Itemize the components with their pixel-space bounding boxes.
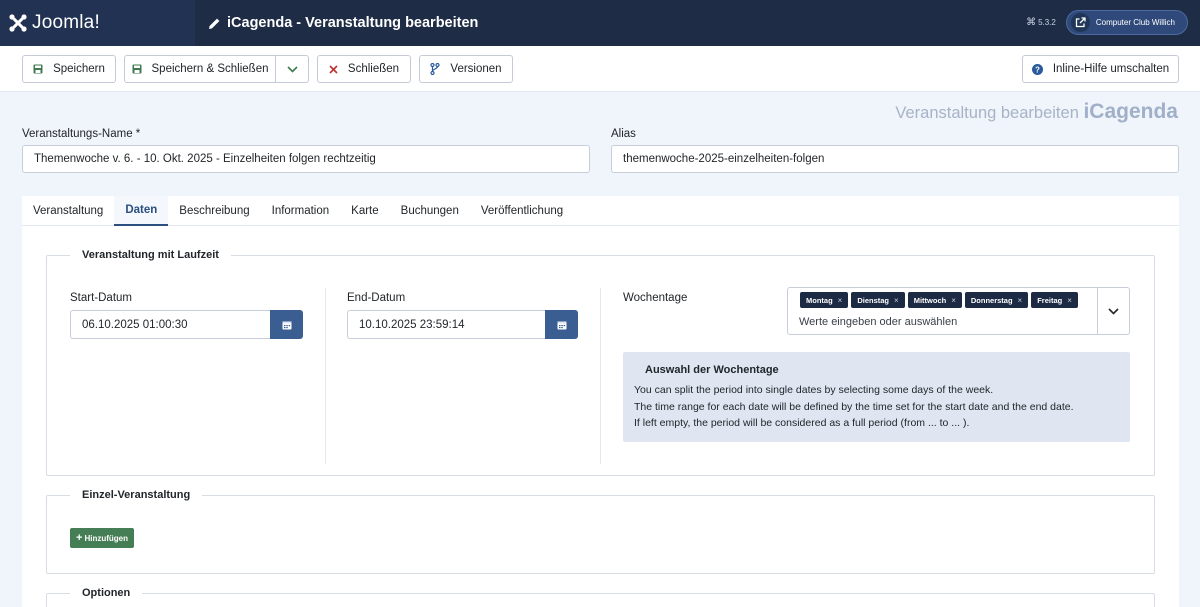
column-divider [325,288,326,464]
add-button-label: Hinzufügen [84,533,128,543]
remove-tag-icon[interactable]: × [1018,296,1023,305]
weekday-tag: Montag × [800,292,849,308]
single-event-legend: Einzel-Veranstaltung [70,489,203,501]
period-legend: Veranstaltung mit Laufzeit [70,249,231,261]
joomla-small-icon: ⌘ [1026,17,1037,28]
weekday-tag-label: Donnerstag [970,295,1013,305]
joomla-logo-icon [9,14,27,32]
alias-label: Alias [611,128,636,140]
weekdays-label: Wochentage [623,292,688,304]
remove-tag-icon[interactable]: × [894,296,899,305]
save-label: Speichern [53,63,105,75]
weekdays-multiselect[interactable]: Montag × Dienstag × Mittwoch × Donnerstag × … [787,287,1130,335]
tab-veroeffentlichung[interactable]: Veröffentlichung [470,196,574,226]
save-options-dropdown[interactable] [276,55,309,83]
chevron-down-icon [1108,307,1119,315]
plus-icon: + [76,532,83,544]
info-line: The time range for each date will be def… [634,401,1074,413]
options-legend: Optionen [70,587,143,599]
pencil-icon [209,18,220,29]
weekday-tag: Donnerstag × [964,292,1029,308]
event-name-input[interactable]: Themenwoche v. 6. - 10. Okt. 2025 - Einz… [22,145,590,173]
event-name-label: Veranstaltungs-Name * [22,128,141,140]
remove-tag-icon[interactable]: × [838,296,843,305]
weekday-tag-label: Freitag [1037,295,1063,305]
svg-text:?: ? [1035,65,1040,74]
save-icon [132,64,141,74]
weekdays-info-box: Auswahl der Wochentage You can split the… [623,352,1130,442]
tab-beschreibung[interactable]: Beschreibung [168,196,260,226]
versions-button[interactable]: Versionen [419,55,513,83]
top-header: Joomla! iCagenda - Veranstaltung bearbei… [0,0,1200,46]
tab-veranstaltung[interactable]: Veranstaltung [22,196,114,226]
end-date-label: End-Datum [347,292,406,304]
weekday-tag-label: Dienstag [857,295,890,305]
weekday-search-input[interactable]: Werte eingeben oder auswählen [799,316,957,328]
info-title: Auswahl der Wochentage [645,364,779,376]
joomla-logo[interactable]: Joomla! [0,0,195,46]
remove-tag-icon[interactable]: × [1067,296,1072,305]
weekday-tag: Mittwoch × [907,292,962,308]
weekday-tag: Freitag × [1031,292,1078,308]
close-label: Schließen [347,63,400,75]
start-date-input[interactable]: 06.10.2025 01:00:30 [70,310,270,339]
start-date-field: 06.10.2025 01:00:30 [70,310,303,339]
close-icon [329,64,338,74]
versions-label: Versionen [450,63,502,75]
end-date-calendar-button[interactable] [545,310,578,339]
weekday-tag: Dienstag × [851,292,905,308]
alias-input[interactable]: themenwoche-2025-einzelheiten-folgen [611,145,1179,173]
component-title-text: Veranstaltung bearbeiten [895,104,1079,122]
add-single-date-button[interactable]: + Hinzufügen [70,528,134,548]
page-title: iCagenda - Veranstaltung bearbeiten [208,15,478,31]
save-close-button[interactable]: Speichern & Schließen [124,55,276,83]
start-date-label: Start-Datum [70,292,132,304]
site-link-button[interactable]: Computer Club Willich [1065,10,1188,35]
remove-tag-icon[interactable]: × [951,296,956,305]
component-brand: iCagenda [1083,100,1178,123]
version-text: 5.3.2 [1038,18,1056,27]
end-date-input[interactable]: 10.10.2025 23:59:14 [347,310,545,339]
close-button[interactable]: Schließen [317,55,411,83]
help-icon: ? [1031,63,1043,75]
save-button[interactable]: Speichern [22,55,116,83]
weekday-tag-list: Montag × Dienstag × Mittwoch × Donnerstag × … [800,292,1081,308]
weekday-tag-label: Montag [806,295,833,305]
calendar-icon [282,321,291,329]
weekday-dropdown-toggle[interactable] [1097,288,1129,334]
branch-icon [430,63,441,75]
tab-information[interactable]: Information [261,196,341,226]
start-date-calendar-button[interactable] [270,310,303,339]
external-link-icon [1070,13,1090,32]
tab-buchungen[interactable]: Buchungen [390,196,470,226]
info-line: You can split the period into single dat… [634,384,994,396]
help-label: Inline-Hilfe umschalten [1052,63,1170,75]
save-close-label: Speichern & Schließen [151,63,269,75]
component-title: Veranstaltung bearbeiten iCagenda [895,100,1178,124]
tab-karte[interactable]: Karte [340,196,390,226]
end-date-field: 10.10.2025 23:59:14 [347,310,578,339]
version-info: ⌘ 5.3.2 [1026,17,1056,28]
save-icon [33,64,43,74]
tab-daten[interactable]: Daten [114,196,169,226]
calendar-icon [557,321,566,329]
inline-help-toggle[interactable]: ? Inline-Hilfe umschalten [1022,55,1179,83]
weekday-tag-label: Mittwoch [913,295,947,305]
site-name: Computer Club Willich [1095,18,1175,27]
toolbar: Speichern Speichern & Schließen Schließe… [0,46,1200,92]
info-line: If left empty, the period will be consid… [634,417,970,429]
chevron-down-icon [286,65,298,73]
single-event-fieldset [46,495,1155,574]
options-fieldset [46,593,1155,607]
page-title-text: iCagenda - Veranstaltung bearbeiten [227,15,479,31]
tab-bar: Veranstaltung Daten Beschreibung Informa… [22,196,1179,226]
column-divider [600,288,601,464]
logo-text: Joomla! [32,12,100,33]
